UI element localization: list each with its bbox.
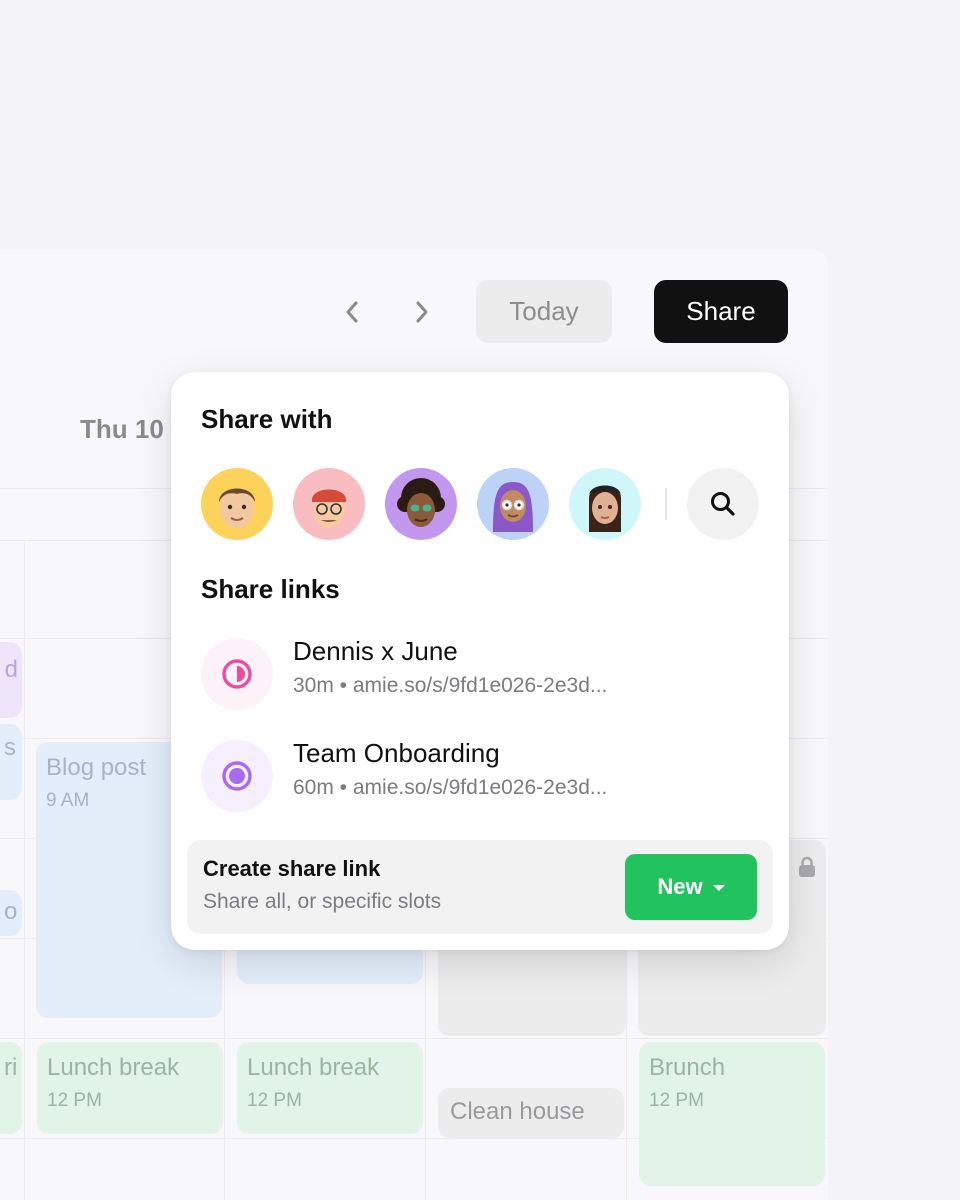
grid-line — [24, 540, 25, 1200]
grid-line — [0, 1038, 828, 1039]
share-popover: Share with Share links Dennis x June 30m… — [171, 372, 789, 950]
calendar-event-clean-house[interactable]: Clean house — [438, 1088, 624, 1138]
avatar-4[interactable] — [477, 468, 549, 540]
event-title: Lunch break — [47, 1054, 180, 1081]
new-share-link-button[interactable]: New — [625, 854, 757, 920]
divider — [665, 488, 667, 520]
memoji-icon — [312, 489, 346, 528]
calendar-event[interactable]: d — [0, 642, 22, 718]
share-link-item[interactable]: Team Onboarding 60m • amie.so/s/9fd1e026… — [201, 736, 761, 816]
calendar-event-lunch-break[interactable]: Lunch break 12 PM — [237, 1042, 423, 1134]
memoji-icon — [493, 482, 533, 532]
calendar-event[interactable]: o — [0, 890, 22, 936]
avatar-2[interactable] — [293, 468, 365, 540]
share-links-heading: Share links — [201, 574, 340, 604]
create-share-link-title: Create share link — [203, 856, 381, 881]
calendar-event[interactable]: s — [0, 724, 22, 800]
avatar-5[interactable] — [569, 468, 641, 540]
full-circle-icon — [201, 740, 273, 812]
share-link-item[interactable]: Dennis x June 30m • amie.so/s/9fd1e026-2… — [201, 634, 761, 714]
search-icon — [711, 492, 735, 516]
memoji-icon — [589, 485, 621, 532]
avatar-1[interactable] — [201, 468, 273, 540]
day-header: Thu 10 — [80, 414, 164, 444]
share-link-detail: 60m • amie.so/s/9fd1e026-2e3d... — [293, 776, 608, 799]
memoji-icon — [397, 478, 445, 527]
today-button[interactable]: Today — [476, 280, 612, 343]
create-share-link-panel: Create share link Share all, or specific… — [187, 840, 773, 934]
lock-icon — [799, 856, 815, 877]
search-button[interactable] — [687, 468, 759, 540]
event-time: 12 PM — [247, 1090, 302, 1111]
event-time: 12 PM — [47, 1090, 102, 1111]
create-share-link-subtitle: Share all, or specific slots — [203, 890, 442, 913]
new-button-label: New — [657, 874, 703, 899]
event-title: Clean house — [450, 1098, 585, 1125]
share-with-heading: Share with — [201, 404, 333, 434]
avatar-3[interactable] — [385, 468, 457, 540]
event-title: Lunch break — [247, 1054, 380, 1081]
chevron-right-icon[interactable] — [402, 292, 442, 332]
calendar-event-lunch-break[interactable]: Lunch break 12 PM — [37, 1042, 223, 1134]
half-circle-icon — [201, 638, 273, 710]
event-title: Brunch — [649, 1054, 726, 1081]
calendar-event[interactable]: ri — [0, 1042, 22, 1134]
share-link-name: Team Onboarding — [293, 738, 500, 768]
event-title: d — [4, 656, 18, 683]
event-title: s — [4, 734, 16, 761]
caret-down-icon — [712, 885, 725, 891]
chevron-left-icon[interactable] — [332, 292, 372, 332]
share-button[interactable]: Share — [654, 280, 788, 343]
calendar-event-brunch[interactable]: Brunch 12 PM — [639, 1042, 825, 1186]
event-title: o — [4, 898, 18, 925]
event-time: 12 PM — [649, 1090, 704, 1111]
event-title: ri — [4, 1054, 18, 1081]
memoji-icon — [219, 488, 255, 528]
share-link-name: Dennis x June — [293, 636, 458, 666]
share-link-detail: 30m • amie.so/s/9fd1e026-2e3d... — [293, 674, 608, 697]
